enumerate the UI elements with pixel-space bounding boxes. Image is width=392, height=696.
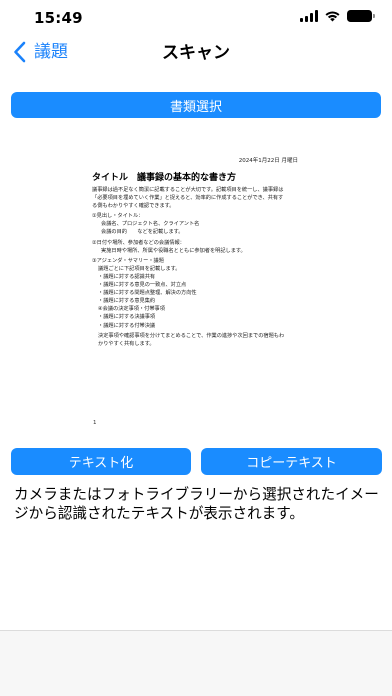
document-date: 2024年1月22日 月曜日	[238, 158, 298, 164]
ocr-button[interactable]: テキスト化	[11, 448, 191, 475]
document-line: 議題ごとに下記項目を記載します。	[98, 265, 181, 272]
document-line: る側もわかりやすく確認できます。	[92, 203, 175, 210]
bottom-bar	[0, 630, 392, 696]
document-line: 決定事項や確認事項を分けてまとめることで、作業の進捗や次回までの宿題もわ	[98, 332, 285, 339]
document-page-number: 1	[93, 420, 97, 426]
document-line: ①見出し・タイトル：	[92, 213, 144, 220]
document-line: ・議題に対する意見集約	[98, 298, 156, 305]
document-line: 会議名、プロジェクト名、クライアント名	[101, 221, 200, 228]
document-line: ・議題に対する認識共有	[98, 273, 156, 280]
navigation-bar: 議題 スキャン	[0, 36, 392, 70]
recognized-text: カメラまたはフォトライブラリーから選択されたイメージから認識されたテキストが表示…	[14, 486, 379, 522]
select-document-button[interactable]: 書類選択	[11, 92, 381, 118]
document-line: 議事録は過不足なく簡潔に記載することが大切です。記載項目を統一し、議事録は	[92, 187, 284, 193]
status-time: 15:49	[34, 9, 83, 27]
document-title: タイトル 議事録の基本的な書き方	[92, 173, 237, 183]
battery-icon	[347, 10, 375, 22]
status-bar: 15:49	[0, 0, 392, 36]
document-line: ・議題に対する問題点整理、解決の方向性	[98, 290, 197, 297]
document-line: ・議題に対する決議事項	[98, 314, 156, 321]
document-body: 議事録は過不足なく簡潔に記載することが大切です。記載項目を統一し、議事録は 「必…	[92, 186, 304, 348]
document-line: ・議題に対する意見の一致点、対立点	[98, 282, 187, 289]
document-line: 実施日時や場所、所属や役職名とともに参加者を明記します。	[101, 247, 246, 254]
cellular-signal-icon	[300, 10, 318, 22]
document-line: かりやすく共有します。	[98, 340, 155, 347]
document-line: ②日付や場所、参加者などの会議情報：	[92, 239, 185, 246]
document-line: 会議の目的 などを記載します。	[101, 229, 184, 236]
page-title: スキャン	[162, 43, 230, 63]
document-line: ・議題に対する付帯決議	[98, 322, 156, 329]
wifi-icon	[325, 11, 340, 22]
document-line: 「必要項目を埋めていく作業」と捉えると、効率的に作成することができ、共有す	[92, 195, 284, 202]
document-preview: 2024年1月22日 月曜日 タイトル 議事録の基本的な書き方 議事録は過不足な…	[86, 150, 306, 430]
status-icons	[300, 10, 375, 22]
document-line: ③アジェンダ・サマリー・議題	[92, 257, 164, 264]
document-line: ④会議の決定事項・付帯事項	[98, 306, 165, 313]
copy-text-button[interactable]: コピーテキスト	[201, 448, 382, 475]
